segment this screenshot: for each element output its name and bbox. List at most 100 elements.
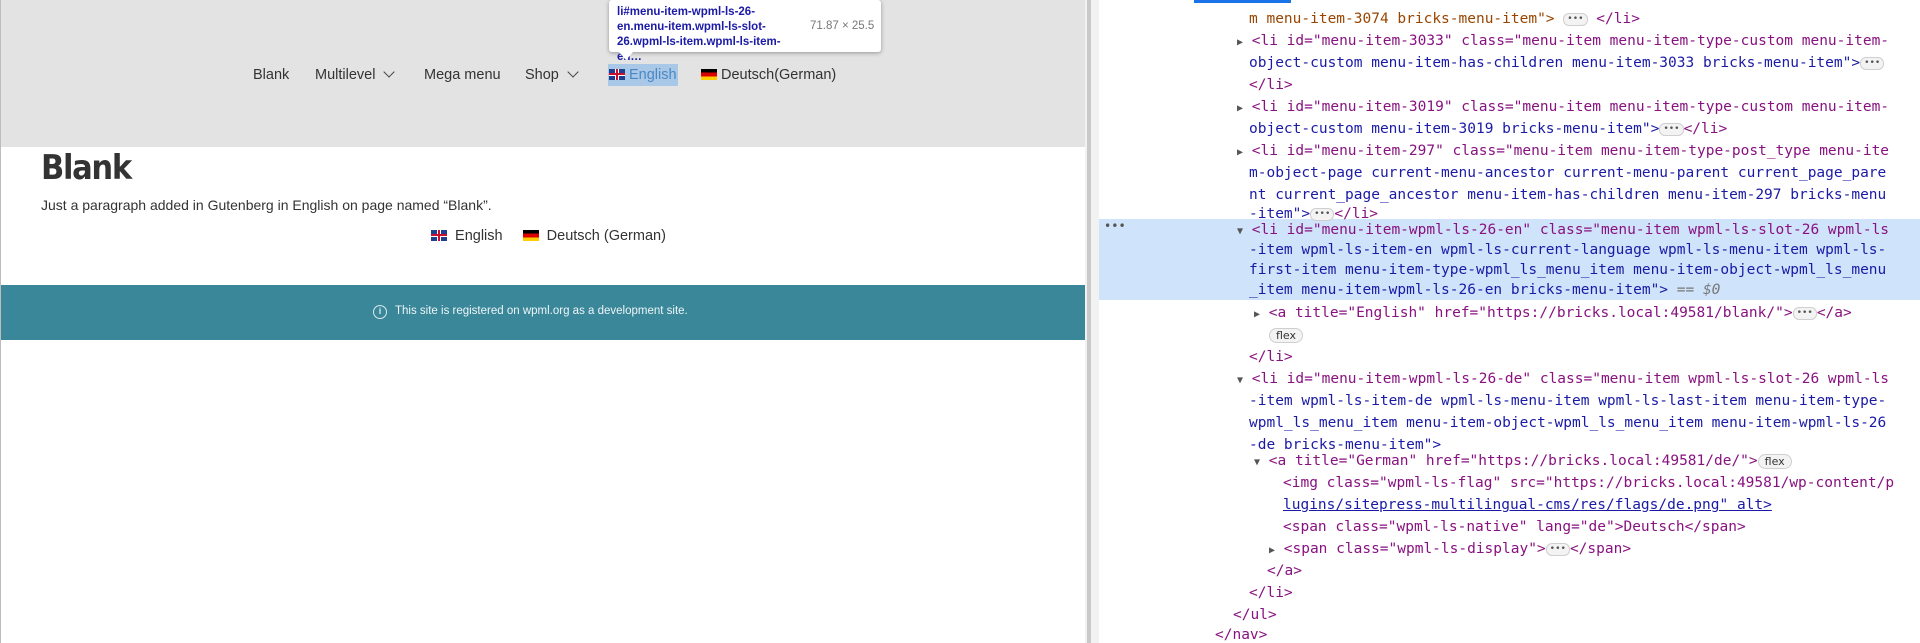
dom-line[interactable]: ▶ <span class="wpml-ls-display"> ••• </spa… (1269, 538, 1920, 560)
ellipsis-icon[interactable]: ••• (1659, 122, 1684, 136)
dom-line-selected[interactable]: ▼ <li id="menu-item-wpml-ls-26-en" class… (1237, 219, 1920, 241)
dom-line-text: -item wpml-ls-item-en wpml-ls-current-la… (1249, 242, 1887, 258)
nav-item-label: Mega menu (424, 67, 501, 83)
nav-item-english[interactable]: English (608, 64, 678, 86)
nav-item-mega-menu[interactable]: Mega menu (424, 64, 501, 86)
collapse-triangle-icon[interactable]: ▼ (1237, 375, 1243, 386)
tooltip-dimensions: 71.87 × 25.5 (810, 20, 875, 32)
language-switcher: English Deutsch (German) (431, 228, 682, 244)
info-icon: i (373, 305, 387, 319)
dom-line[interactable]: <img class="wpml-ls-flag" src="https://b… (1283, 472, 1920, 494)
dom-line[interactable]: </li> (1249, 346, 1920, 368)
dom-line[interactable]: </li> (1249, 74, 1920, 96)
dom-line-text: first-item menu-item-type-wpml_ls_menu_i… (1249, 262, 1887, 278)
dom-line[interactable]: <span class="wpml-ls-native" lang="de">D… (1283, 516, 1920, 538)
dom-line: flex (1269, 324, 1920, 346)
dom-line-text: </li> (1249, 77, 1293, 93)
ellipsis-icon[interactable]: ••• (1563, 12, 1588, 26)
nav-item-shop[interactable]: Shop (525, 64, 579, 86)
dom-line[interactable]: wpml_ls_menu_item menu-item-object-wpml_… (1249, 412, 1920, 434)
dom-line-text: wpml_ls_menu_item menu-item-object-wpml_… (1249, 415, 1887, 431)
chevron-down-icon (567, 66, 579, 78)
node-actions-icon[interactable]: ••• (1104, 219, 1126, 233)
ellipsis-icon[interactable]: ••• (1792, 306, 1817, 320)
dom-line[interactable]: _item menu-item-wpml-ls-26-en bricks-men… (1249, 279, 1920, 301)
dom-line-text: m-object-page current-menu-ancestor curr… (1249, 165, 1887, 181)
dom-line-text: _item menu-item-wpml-ls-26-en bricks-men… (1249, 282, 1669, 298)
expand-triangle-icon[interactable]: ▶ (1269, 545, 1275, 556)
dom-line[interactable]: ▶ <a title="English" href="https://brick… (1254, 302, 1920, 324)
dom-line[interactable]: lugins/sitepress-multilingual-cms/res/fl… (1283, 494, 1920, 516)
dom-line[interactable]: m-object-page current-menu-ancestor curr… (1249, 162, 1920, 184)
dom-line[interactable]: m menu-item-3074 bricks-menu-item"> ••• … (1249, 8, 1920, 30)
dom-line[interactable]: </nav> (1215, 624, 1920, 643)
dom-line-tail: </span> (1569, 541, 1632, 557)
german-flag-icon (522, 229, 539, 241)
lang-english-link[interactable]: English (431, 228, 503, 244)
dom-line[interactable]: -item wpml-ls-item-en wpml-ls-current-la… (1249, 239, 1920, 261)
uk-flag-icon (431, 229, 447, 241)
dom-line[interactable]: ▼ <a title="German" href="https://bricks… (1254, 450, 1920, 472)
flex-badge[interactable]: flex (1269, 327, 1304, 343)
dom-line[interactable]: ▶ <li id="menu-item-3019" class="menu-it… (1237, 96, 1920, 118)
dom-line[interactable]: object-custom menu-item-3019 bricks-menu… (1249, 118, 1920, 140)
dev-site-banner: i This site is registered on wpml.org as… (1, 285, 1085, 340)
panel-splitter[interactable] (1085, 0, 1099, 643)
dom-line-text: <li id="menu-item-wpml-ls-26-en" class="… (1251, 222, 1890, 238)
expand-triangle-icon[interactable]: ▶ (1237, 147, 1243, 158)
dom-line-text: lugins/sitepress-multilingual-cms/res/fl… (1283, 497, 1772, 513)
dom-line-text: <span class="wpml-ls-display"> (1283, 541, 1546, 557)
nav-item-label: Multilevel (315, 67, 376, 83)
dom-line[interactable]: </a> (1267, 560, 1920, 582)
dom-line-text: <li id="menu-item-wpml-ls-26-de" class="… (1251, 371, 1890, 387)
dom-line-text: </li> (1249, 349, 1293, 365)
dom-line[interactable]: ▶ <li id="menu-item-297" class="menu-ite… (1237, 140, 1920, 162)
ellipsis-icon[interactable]: ••• (1545, 542, 1570, 556)
dom-line-text: -item wpml-ls-item-de wpml-ls-menu-item … (1249, 393, 1887, 409)
flex-badge[interactable]: flex (1757, 453, 1792, 469)
nav-item-label: Deutsch(German) (721, 67, 837, 83)
nav-item-label: Shop (525, 67, 559, 83)
dom-line-text: <img class="wpml-ls-flag" src="https://b… (1283, 475, 1895, 491)
ellipsis-icon[interactable]: ••• (1860, 56, 1885, 70)
nav-item-multilevel[interactable]: Multilevel (315, 64, 396, 86)
devtools-elements-panel: ••• m menu-item-3074 bricks-menu-item"> … (1099, 0, 1920, 643)
dev-banner-text: This site is registered on wpml.org as a… (395, 305, 688, 317)
collapse-triangle-icon[interactable]: ▼ (1254, 457, 1260, 468)
dom-line-text: nt current_page_ancestor menu-item-has-c… (1249, 187, 1887, 203)
nav-item-german[interactable]: Deutsch(German) (701, 64, 836, 86)
tooltip-arrow (619, 52, 633, 60)
dom-line[interactable]: -item wpml-ls-item-de wpml-ls-menu-item … (1249, 390, 1920, 412)
lang-german-label: Deutsch (German) (546, 228, 666, 244)
dom-line-text: m menu-item-3074 bricks-menu-item"> (1249, 11, 1555, 27)
german-flag-icon (701, 68, 717, 80)
expand-triangle-icon[interactable]: ▶ (1237, 103, 1243, 114)
dom-line-text: <li id="menu-item-3019" class="menu-item… (1251, 99, 1890, 115)
lang-german-link[interactable]: Deutsch (German) (522, 228, 666, 244)
dom-line[interactable]: </ul> (1233, 604, 1920, 626)
inspector-tooltip: li#menu-item-wpml-ls-26-en.menu-item.wpm… (609, 0, 881, 63)
nav-item-label: Blank (253, 67, 290, 83)
expand-triangle-icon[interactable]: ▶ (1254, 309, 1260, 320)
collapse-triangle-icon[interactable]: ▼ (1237, 226, 1243, 237)
dom-line-tail: </li> (1683, 121, 1728, 137)
dom-line-text: </ul> (1233, 607, 1277, 623)
dom-line[interactable]: </li> (1249, 582, 1920, 604)
dom-line-text: object-custom menu-item-3019 bricks-menu… (1249, 121, 1660, 137)
nav-item-label: English (629, 67, 677, 83)
dom-line-text: <a title="German" href="https://bricks.l… (1268, 453, 1758, 469)
tooltip-selector: li#menu-item-wpml-ls-26-en.menu-item.wpm… (617, 6, 781, 63)
dom-line-text: <li id="menu-item-297" class="menu-item … (1251, 143, 1890, 159)
chevron-down-icon (383, 66, 396, 78)
dom-line[interactable]: ▼ <li id="menu-item-wpml-ls-26-de" class… (1237, 368, 1920, 390)
dom-line-tail: </a> (1816, 305, 1852, 321)
nav-item-blank[interactable]: Blank (253, 64, 289, 86)
dom-line-tail: == $0 (1676, 282, 1721, 298)
dom-line-tail: </li> (1596, 11, 1640, 27)
page-title: Blank (41, 148, 132, 188)
expand-triangle-icon[interactable]: ▶ (1237, 37, 1243, 48)
dom-line[interactable]: object-custom menu-item-has-children men… (1249, 52, 1920, 74)
dom-line[interactable]: first-item menu-item-type-wpml_ls_menu_i… (1249, 259, 1920, 281)
dom-line-text: <li id="menu-item-3033" class="menu-item… (1251, 33, 1890, 49)
dom-line[interactable]: ▶ <li id="menu-item-3033" class="menu-it… (1237, 30, 1920, 52)
